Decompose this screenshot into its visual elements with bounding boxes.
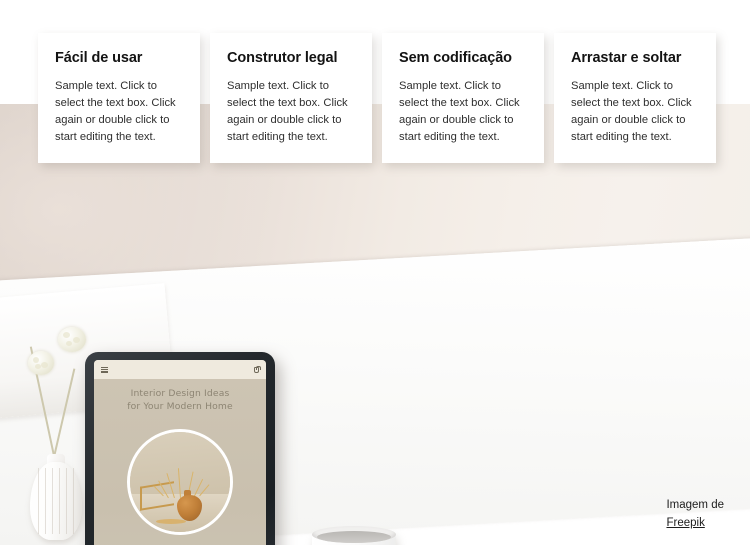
feature-card-body: Sample text. Click to select the text bo…	[571, 79, 692, 143]
bottom-white-band	[0, 545, 750, 555]
freepik-link[interactable]: Freepik	[666, 517, 704, 529]
hamburger-menu-icon[interactable]	[101, 366, 108, 373]
tablet-site-header	[94, 360, 266, 379]
tablet-heading-line-2: for Your Modern Home	[127, 400, 233, 412]
feature-card-title: Fácil de usar	[55, 50, 143, 66]
feature-card-4[interactable]: Arrastar e soltar Sample text. Click to …	[554, 33, 716, 163]
mug-interior	[317, 531, 391, 543]
image-credit: Imagem de Freepik	[666, 497, 724, 533]
flower-bloom-icon	[28, 351, 54, 375]
feature-card-title: Construtor legal	[227, 50, 338, 66]
page-root: Interior Design Ideas for Your Modern Ho…	[0, 0, 750, 555]
feature-cards-row: Fácil de usar Sample text. Click to sele…	[38, 33, 716, 163]
feature-card-2[interactable]: Construtor legal Sample text. Click to s…	[210, 33, 372, 163]
feature-card-title: Arrastar e soltar	[571, 50, 682, 66]
shopping-bag-icon[interactable]	[254, 365, 261, 373]
tablet-screen: Interior Design Ideas for Your Modern Ho…	[94, 360, 266, 545]
hero-image: Interior Design Ideas for Your Modern Ho…	[0, 104, 750, 545]
feature-card-body: Sample text. Click to select the text bo…	[55, 79, 176, 143]
coffee-mug	[312, 524, 422, 545]
tablet-hero-photo	[127, 429, 233, 535]
feature-card-1[interactable]: Fácil de usar Sample text. Click to sele…	[38, 33, 200, 163]
tablet-hero-heading: Interior Design Ideas for Your Modern Ho…	[94, 379, 266, 413]
feature-card-title: Sem codificação	[399, 50, 512, 66]
photo-gold-plate	[156, 519, 186, 524]
flower-bloom-icon	[58, 327, 86, 352]
tablet-device: Interior Design Ideas for Your Modern Ho…	[85, 352, 275, 545]
tablet-bezel: Interior Design Ideas for Your Modern Ho…	[85, 352, 275, 545]
feature-card-body: Sample text. Click to select the text bo…	[227, 79, 348, 143]
feature-card-3[interactable]: Sem codificação Sample text. Click to se…	[382, 33, 544, 163]
vase-body	[30, 462, 82, 540]
tablet-site-body: Interior Design Ideas for Your Modern Ho…	[94, 379, 266, 545]
mug-rim	[312, 526, 396, 543]
feature-card-body: Sample text. Click to select the text bo…	[399, 79, 520, 143]
image-credit-prefix: Imagem de	[666, 499, 724, 512]
tablet-heading-line-1: Interior Design Ideas	[130, 388, 230, 399]
